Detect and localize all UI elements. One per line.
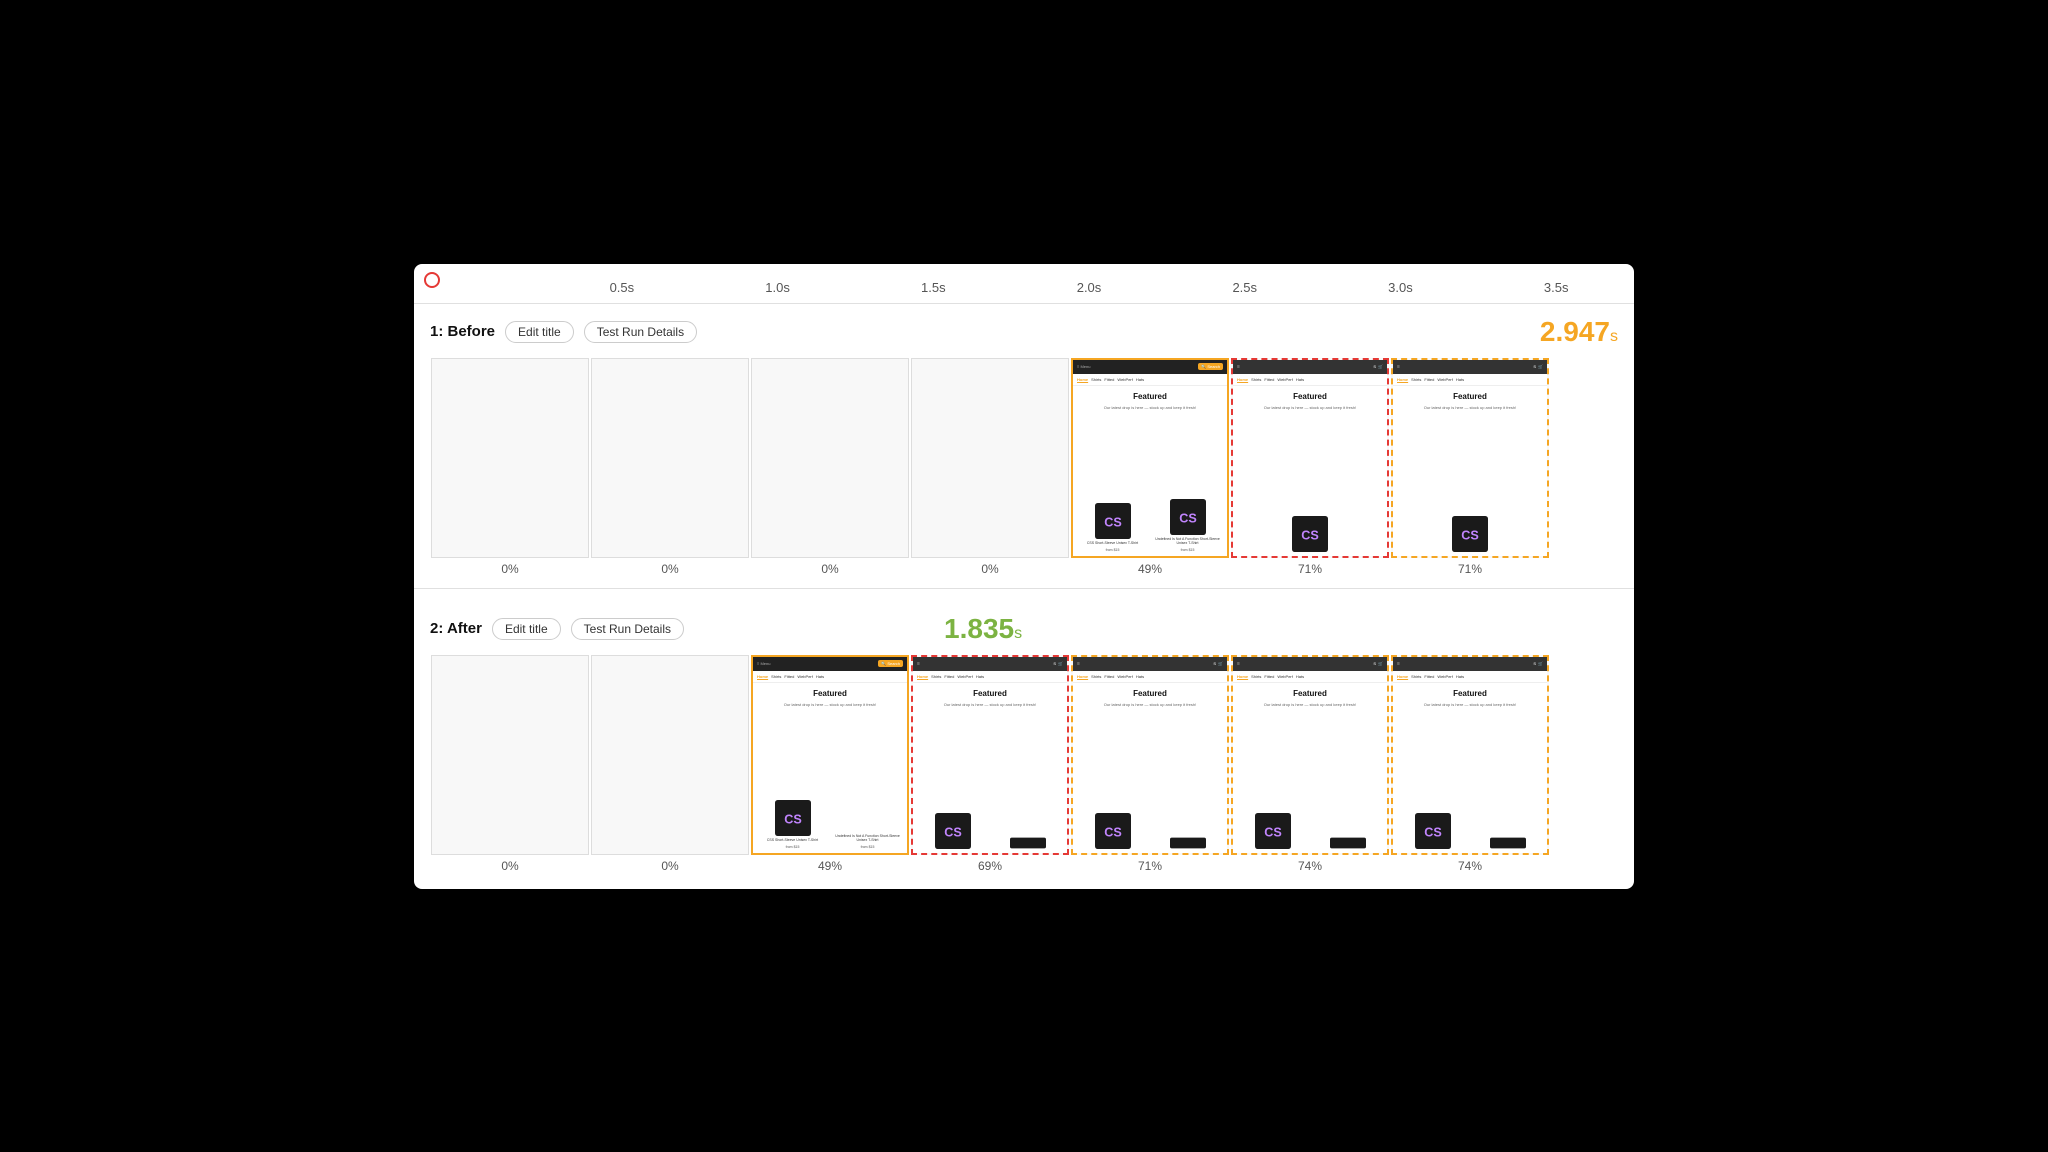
svg-text:CS: CS	[1301, 528, 1319, 542]
before-pct-6: 71%	[1391, 562, 1549, 576]
main-container: 0.5s 1.0s 1.5s 2.0s 2.5s 3.0s 3.5s 1: Be…	[414, 264, 1634, 889]
before-pct-4: 49%	[1071, 562, 1229, 576]
after-label: 2: After	[430, 620, 482, 637]
svg-text:CS: CS	[1104, 516, 1122, 530]
after-test-run-button[interactable]: Test Run Details	[571, 618, 684, 640]
after-frame-3-img: ≡ S 🛒 Home Shirts Fitted WebPerf Hats	[911, 655, 1069, 855]
svg-text:CS: CS	[1461, 528, 1479, 542]
before-pct-3: 0%	[911, 562, 1069, 576]
main-wrapper: 0.5s 1.0s 1.5s 2.0s 2.5s 3.0s 3.5s 1: Be…	[414, 280, 1634, 873]
before-pct-1: 0%	[591, 562, 749, 576]
after-pct-0: 0%	[431, 859, 589, 873]
tick-0: 0.5s	[544, 280, 700, 295]
after-frame-1: 0%	[590, 655, 750, 873]
before-filmstrip: 0% 0% 0% 0%	[430, 358, 1618, 576]
after-pct-3: 69%	[911, 859, 1069, 873]
before-pct-0: 0%	[431, 562, 589, 576]
after-edit-title-button[interactable]: Edit title	[492, 618, 561, 640]
after-frame-4: ≡ S 🛒 Home Shirts Fitted WebPerf Hats	[1070, 655, 1230, 873]
after-metric: 1.835s	[944, 613, 1022, 645]
tick-5: 3.0s	[1323, 280, 1479, 295]
tick-6: 3.5s	[1478, 280, 1634, 295]
after-pct-5: 74%	[1231, 859, 1389, 873]
after-pct-2: 49%	[751, 859, 909, 873]
after-frame-6-img: ≡ S 🛒 Home Shirts Fitted WebPerf Hats	[1391, 655, 1549, 855]
timeline-header: 0.5s 1.0s 1.5s 2.0s 2.5s 3.0s 3.5s	[414, 280, 1634, 304]
after-pct-1: 0%	[591, 859, 749, 873]
svg-text:CS: CS	[1264, 825, 1282, 839]
before-frame-5-img: ≡ S 🛒 Home Shirts Fitted WebPerf Hats	[1231, 358, 1389, 558]
tick-1: 1.0s	[700, 280, 856, 295]
after-frame-0: 0%	[430, 655, 590, 873]
before-frame-4: ≡ Menu 🔍 Search Home Shirts Fitted WebPe…	[1070, 358, 1230, 576]
after-frame-1-img	[591, 655, 749, 855]
timeline-indicator	[424, 272, 440, 288]
before-pct-5: 71%	[1231, 562, 1389, 576]
svg-text:CS: CS	[1179, 512, 1197, 526]
before-frame-5: ≡ S 🛒 Home Shirts Fitted WebPerf Hats	[1230, 358, 1390, 576]
after-header: 2: After Edit title Test Run Details 1.8…	[430, 613, 1618, 645]
before-frame-4-img: ≡ Menu 🔍 Search Home Shirts Fitted WebPe…	[1071, 358, 1229, 558]
after-metric-value: 1.835	[944, 613, 1014, 644]
before-frame-1-img	[591, 358, 749, 558]
tick-2: 1.5s	[855, 280, 1011, 295]
after-pct-6: 74%	[1391, 859, 1549, 873]
before-header: 1: Before Edit title Test Run Details 2.…	[430, 316, 1618, 348]
tick-3: 2.0s	[1011, 280, 1167, 295]
before-label: 1: Before	[430, 323, 495, 340]
before-metric-value: 2.947	[1540, 316, 1610, 347]
before-metric-unit: s	[1610, 328, 1618, 345]
before-frame-1: 0%	[590, 358, 750, 576]
after-frame-3: ≡ S 🛒 Home Shirts Fitted WebPerf Hats	[910, 655, 1070, 873]
before-frame-0-img	[431, 358, 589, 558]
before-frame-2-img	[751, 358, 909, 558]
before-frame-0: 0%	[430, 358, 590, 576]
after-pct-4: 71%	[1071, 859, 1229, 873]
after-frame-5-img: ≡ S 🛒 Home Shirts Fitted WebPerf Hats	[1231, 655, 1389, 855]
before-frame-6: ≡ S 🛒 Home Shirts Fitted WebPerf Hats	[1390, 358, 1550, 576]
svg-text:CS: CS	[944, 825, 962, 839]
svg-text:CS: CS	[1424, 825, 1442, 839]
after-section: 2: After Edit title Test Run Details 1.8…	[414, 601, 1634, 873]
svg-text:CS: CS	[1104, 825, 1122, 839]
before-pct-2: 0%	[751, 562, 909, 576]
after-frame-0-img	[431, 655, 589, 855]
after-filmstrip: 0% 0% ≡ Menu 🔍 Search	[430, 655, 1618, 873]
after-frame-2: ≡ Menu 🔍 Search Home Shirts Fitted WebPe…	[750, 655, 910, 873]
after-metric-unit: s	[1014, 625, 1022, 642]
section-divider	[414, 588, 1634, 589]
before-metric: 2.947s	[1540, 316, 1618, 348]
svg-text:CS: CS	[784, 813, 802, 827]
tick-4: 2.5s	[1167, 280, 1323, 295]
after-frame-6: ≡ S 🛒 Home Shirts Fitted WebPerf Hats	[1390, 655, 1550, 873]
before-frame-2: 0%	[750, 358, 910, 576]
before-section: 1: Before Edit title Test Run Details 2.…	[414, 304, 1634, 576]
before-frame-6-img: ≡ S 🛒 Home Shirts Fitted WebPerf Hats	[1391, 358, 1549, 558]
before-edit-title-button[interactable]: Edit title	[505, 321, 574, 343]
after-frame-5: ≡ S 🛒 Home Shirts Fitted WebPerf Hats	[1230, 655, 1390, 873]
after-frame-4-img: ≡ S 🛒 Home Shirts Fitted WebPerf Hats	[1071, 655, 1229, 855]
before-frame-3: 0%	[910, 358, 1070, 576]
before-frame-3-img	[911, 358, 1069, 558]
after-frame-2-img: ≡ Menu 🔍 Search Home Shirts Fitted WebPe…	[751, 655, 909, 855]
before-test-run-button[interactable]: Test Run Details	[584, 321, 697, 343]
